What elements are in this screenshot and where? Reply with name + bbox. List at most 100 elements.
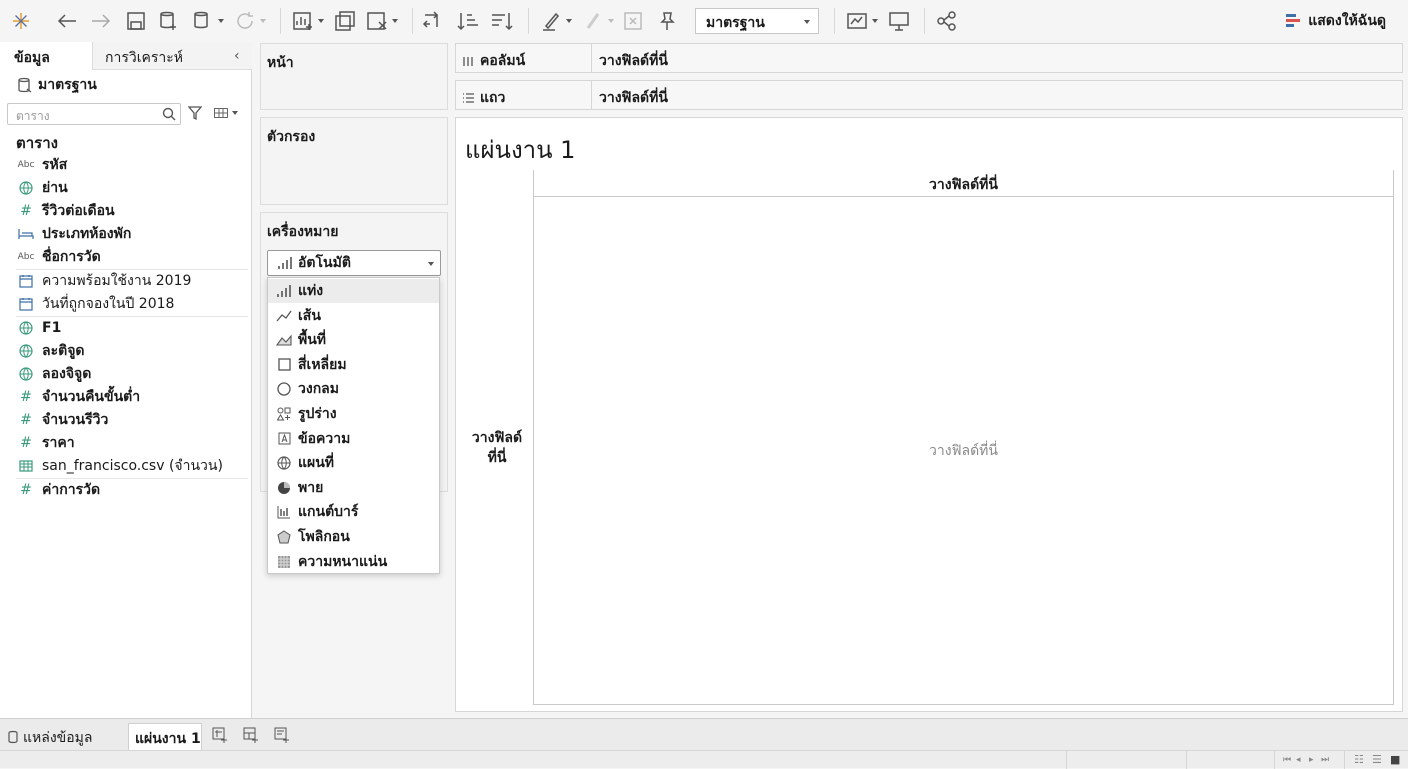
search-icon[interactable] xyxy=(162,107,176,121)
rows-drop-zone[interactable]: วางฟิลด์ที่นี่ xyxy=(591,81,668,109)
field-label: ค่าการวัด xyxy=(42,482,101,498)
hash-icon: # xyxy=(20,434,32,451)
filter-icon[interactable] xyxy=(188,106,202,120)
field-item[interactable]: ความพร้อมใช้งาน 2019 xyxy=(16,269,248,292)
field-item[interactable]: ย่าน xyxy=(16,176,248,199)
mark-type-option[interactable]: ความหนาแน่น xyxy=(268,550,439,574)
swap-rows-columns-icon[interactable] xyxy=(422,9,444,33)
calendar-icon xyxy=(16,297,36,311)
mark-type-option[interactable]: รูปร่าง xyxy=(268,402,439,426)
field-item[interactable]: Abc รหัส xyxy=(16,153,248,176)
row-drop-field[interactable]: วางฟิลด์ที่นี่ xyxy=(462,428,532,468)
field-item[interactable]: ลองจิจูด xyxy=(16,362,248,385)
filters-card[interactable]: ตัวกรอง xyxy=(260,117,448,205)
clear-sheet-icon[interactable] xyxy=(366,9,398,33)
field-item[interactable]: F1 xyxy=(16,316,248,339)
mark-type-option[interactable]: พื้นที่ xyxy=(268,328,439,352)
highlight-icon[interactable] xyxy=(540,9,572,33)
field-label: san_francisco.csv (จำนวน) xyxy=(42,457,223,474)
mark-type-select[interactable]: อัตโนมัติ xyxy=(267,250,441,276)
labels-icon[interactable] xyxy=(622,9,644,33)
redo-icon[interactable] xyxy=(90,9,112,33)
show-tabs-icon[interactable]: ■ xyxy=(1390,753,1400,766)
new-dashboard-tab-icon[interactable] xyxy=(243,727,259,743)
field-item[interactable]: ละติจูด xyxy=(16,339,248,362)
mark-type-option[interactable]: พาย xyxy=(268,476,439,500)
field-label: ลองจิจูด xyxy=(42,365,92,382)
rows-shelf[interactable]: แถว วางฟิลด์ที่นี่ xyxy=(455,80,1403,110)
text-icon xyxy=(276,432,292,445)
mark-type-option[interactable]: สี่เหลี่ยม xyxy=(268,353,439,377)
field-item[interactable]: วันที่ถูกจองในปี 2018 xyxy=(16,292,248,315)
next-sheet-icon[interactable]: ▸ xyxy=(1309,755,1314,765)
field-label: จำนวนคืนขั้นต่ำ xyxy=(42,388,141,405)
columns-drop-zone[interactable]: วางฟิลด์ที่นี่ xyxy=(591,44,668,72)
mark-type-option[interactable]: แกนต์บาร์ xyxy=(268,500,439,524)
duplicate-sheet-icon[interactable] xyxy=(334,9,356,33)
hash-icon: # xyxy=(20,202,32,219)
column-drop-field[interactable]: วางฟิลด์ที่นี่ xyxy=(533,170,1394,197)
tab-data[interactable]: ข้อมูล xyxy=(0,42,92,70)
mark-type-option[interactable]: วงกลม xyxy=(268,377,439,401)
columns-shelf[interactable]: คอลัมน์ วางฟิลด์ที่นี่ xyxy=(455,43,1403,73)
field-item[interactable]: # ราคา xyxy=(16,431,248,454)
sort-descending-icon[interactable] xyxy=(490,9,514,33)
field-item[interactable]: Abc ชื่อการวัด xyxy=(16,245,248,268)
sheet-title[interactable]: แผ่นงาน 1 xyxy=(465,130,575,169)
mark-type-option-label: รูปร่าง xyxy=(298,406,337,422)
mark-type-option-label: เส้น xyxy=(298,307,321,324)
field-item[interactable]: # รีวิวต่อเดือน xyxy=(16,199,248,222)
pin-icon[interactable] xyxy=(656,9,678,33)
pages-card[interactable]: หน้า xyxy=(260,43,448,110)
field-label: ย่าน xyxy=(42,179,68,196)
gantt-icon xyxy=(276,505,292,519)
shape-icon xyxy=(276,407,292,421)
field-label: รีวิวต่อเดือน xyxy=(42,202,115,219)
field-item[interactable]: # จำนวนรีวิว xyxy=(16,408,248,431)
tab-analysis[interactable]: การวิเคราะห์ xyxy=(92,42,252,70)
pause-updates-icon[interactable] xyxy=(192,9,224,33)
mark-type-option[interactable]: โพลิกอน xyxy=(268,525,439,549)
mark-type-option-label: พาย xyxy=(298,479,324,496)
mark-type-option[interactable]: แท่ง xyxy=(268,279,439,303)
field-item[interactable]: ประเภทห้องพัก xyxy=(16,222,248,245)
mark-type-option-label: ความหนาแน่น xyxy=(298,553,388,570)
mark-type-option[interactable]: แผนที่ xyxy=(268,451,439,475)
tab-datasource[interactable]: แหล่งข้อมูล xyxy=(8,723,92,750)
refresh-icon[interactable] xyxy=(234,9,266,33)
tab-sheet-1[interactable]: แผ่นงาน 1 xyxy=(128,723,202,750)
show-cards-icon[interactable] xyxy=(846,9,878,33)
new-datasource-icon[interactable] xyxy=(158,9,180,33)
tableau-logo-icon[interactable] xyxy=(10,9,32,33)
view-options-icon[interactable] xyxy=(214,108,238,118)
field-search-input[interactable]: ตาราง xyxy=(7,103,181,125)
mark-type-option[interactable]: ข้อความ xyxy=(268,427,439,451)
new-story-tab-icon[interactable] xyxy=(274,727,290,743)
pages-card-title: หน้า xyxy=(267,55,294,71)
plot-drop-text: วางฟิลด์ที่นี่ xyxy=(929,443,998,459)
previous-sheet-icon[interactable]: ◂ xyxy=(1296,755,1301,765)
presentation-mode-icon[interactable] xyxy=(888,9,910,33)
field-item[interactable]: # ค่าการวัด xyxy=(16,478,248,501)
undo-icon[interactable] xyxy=(56,9,78,33)
fit-select[interactable]: มาตรฐาน xyxy=(695,8,819,34)
last-sheet-icon[interactable]: ⏭ xyxy=(1321,755,1329,765)
first-sheet-icon[interactable]: ⏮ xyxy=(1283,755,1291,765)
collapse-pane-icon[interactable]: ‹ xyxy=(234,48,240,64)
save-icon[interactable] xyxy=(126,9,146,33)
group-members-icon[interactable] xyxy=(582,9,614,33)
mark-type-value: อัตโนมัติ xyxy=(298,255,351,271)
new-worksheet-icon[interactable] xyxy=(292,9,324,33)
datasource-item[interactable]: มาตรฐาน xyxy=(18,74,97,96)
mark-type-option[interactable]: เส้น xyxy=(268,304,439,328)
show-sheet-sorter-icon[interactable]: ☷ xyxy=(1354,753,1364,766)
sort-ascending-icon[interactable] xyxy=(456,9,480,33)
rows-label-text: แถว xyxy=(480,90,506,106)
field-item[interactable]: # จำนวนคืนขั้นต่ำ xyxy=(16,385,248,408)
show-filmstrip-icon[interactable]: ☰ xyxy=(1372,753,1382,766)
field-item[interactable]: san_francisco.csv (จำนวน) xyxy=(16,454,248,477)
show-me-button[interactable]: แสดงให้ฉันดู xyxy=(1286,10,1386,32)
mark-type-option-label: วงกลม xyxy=(298,381,339,398)
share-icon[interactable] xyxy=(936,9,958,33)
new-worksheet-tab-icon[interactable] xyxy=(212,727,228,743)
